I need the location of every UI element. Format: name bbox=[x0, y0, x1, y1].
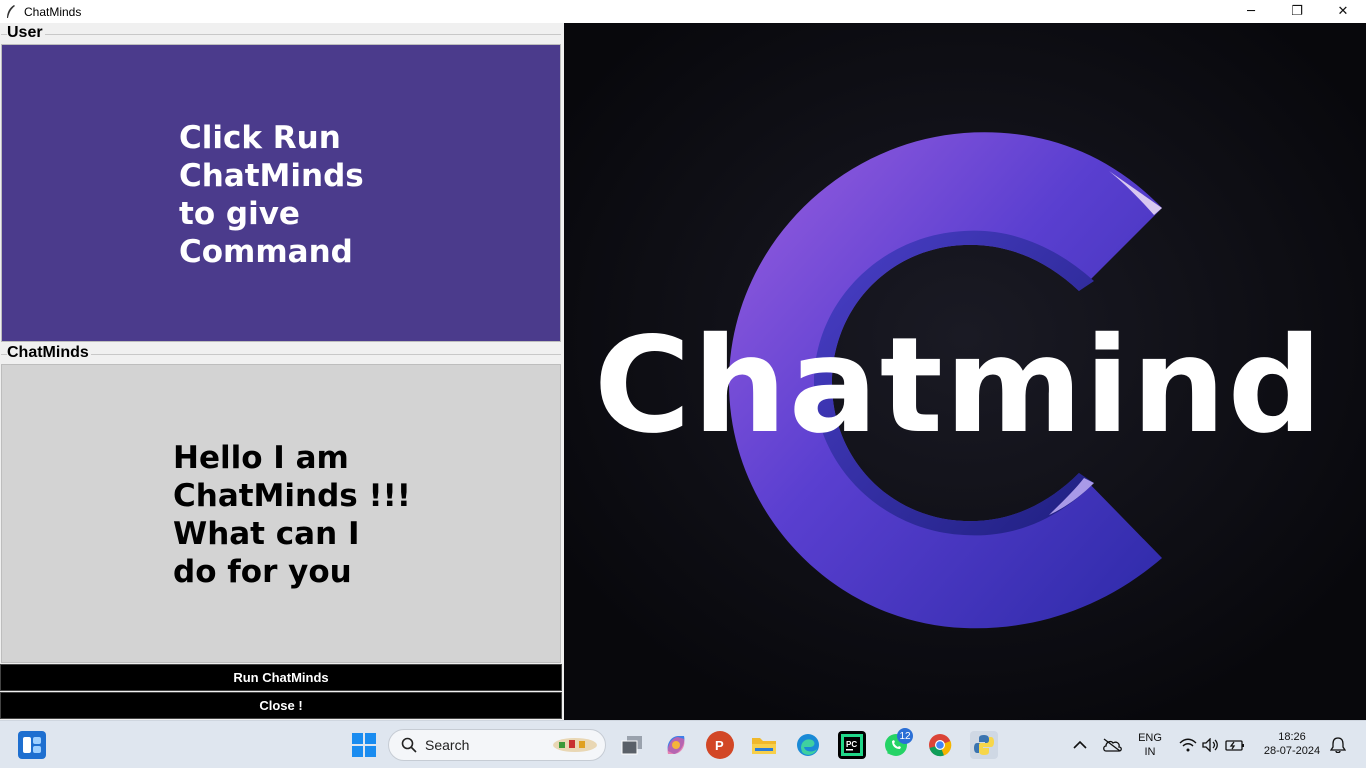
chatmind-logo: Chatmind bbox=[564, 23, 1366, 720]
onedrive-icon[interactable] bbox=[1098, 731, 1126, 759]
bot-message-text: Hello I am ChatMinds !!! What can I do f… bbox=[173, 440, 411, 590]
close-button[interactable]: Close ! bbox=[0, 692, 562, 719]
chat-panel: User Click Run ChatMinds to give Command… bbox=[0, 23, 564, 720]
powerpoint-icon[interactable]: P bbox=[706, 731, 734, 759]
feather-app-icon bbox=[7, 4, 15, 18]
language-bottom[interactable]: IN bbox=[1136, 745, 1164, 759]
copilot-icon[interactable] bbox=[662, 731, 690, 759]
python-icon[interactable] bbox=[970, 731, 998, 759]
whatsapp-badge: 12 bbox=[897, 728, 913, 744]
minimize-button[interactable]: ─ bbox=[1228, 0, 1274, 23]
user-group-label: User bbox=[7, 24, 45, 42]
widgets-icon[interactable] bbox=[18, 731, 46, 759]
restore-button[interactable]: ❐ bbox=[1274, 0, 1320, 23]
wordmark-text: Chatmind bbox=[594, 309, 1324, 463]
user-message-text: Click Run ChatMinds to give Command bbox=[179, 120, 364, 270]
window-title: ChatMinds bbox=[24, 4, 82, 19]
notification-icon[interactable] bbox=[1326, 731, 1350, 759]
file-explorer-icon[interactable] bbox=[750, 731, 778, 759]
edge-icon[interactable] bbox=[794, 731, 822, 759]
bot-message-area: Hello I am ChatMinds !!! What can I do f… bbox=[1, 364, 561, 663]
chevron-up-icon[interactable] bbox=[1066, 731, 1094, 759]
search-icon bbox=[401, 737, 417, 753]
windows-start-icon[interactable] bbox=[350, 731, 378, 759]
brand-image: Chatmind bbox=[564, 23, 1366, 720]
bot-group-label: ChatMinds bbox=[7, 344, 91, 362]
taskbar-search-box[interactable]: Search bbox=[388, 729, 606, 761]
taskbar: Search P PC 12 ENG IN 18:26 28-07-2024 bbox=[0, 720, 1366, 768]
battery-icon[interactable] bbox=[1221, 731, 1249, 759]
pycharm-icon[interactable]: PC bbox=[838, 731, 866, 759]
task-view-icon[interactable] bbox=[618, 731, 646, 759]
clock-date[interactable]: 28-07-2024 bbox=[1256, 744, 1328, 758]
search-highlight-icon bbox=[553, 738, 597, 752]
chrome-icon[interactable] bbox=[926, 731, 954, 759]
clock-time[interactable]: 18:26 bbox=[1256, 730, 1328, 744]
language-top[interactable]: ENG bbox=[1136, 731, 1164, 745]
search-placeholder: Search bbox=[425, 737, 470, 753]
close-window-button[interactable]: ✕ bbox=[1320, 0, 1366, 23]
user-group-border bbox=[1, 34, 561, 35]
user-message-area: Click Run ChatMinds to give Command bbox=[1, 44, 561, 342]
svg-text:PC: PC bbox=[846, 740, 857, 749]
run-chatminds-button[interactable]: Run ChatMinds bbox=[0, 664, 562, 691]
svg-text:P: P bbox=[715, 738, 724, 753]
title-bar: ChatMinds ─ ❐ ✕ bbox=[0, 0, 1366, 23]
